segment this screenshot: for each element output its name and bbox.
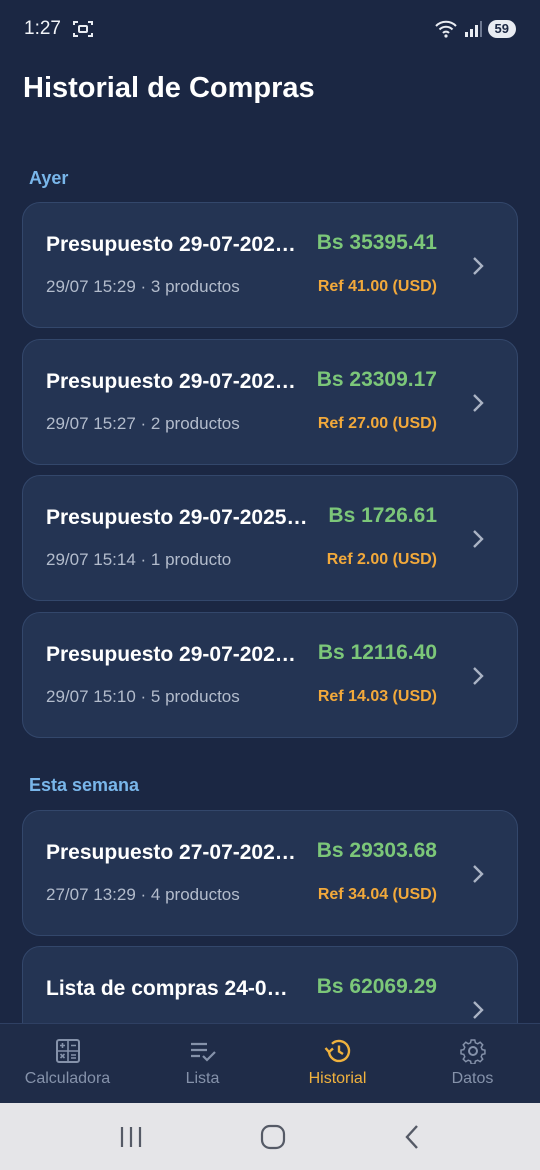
card-title: Presupuesto 29-07-2025 15:29 bbox=[46, 233, 296, 256]
history-card[interactable]: Presupuesto 29-07-2025 15:10 Bs 12116.40… bbox=[22, 612, 518, 738]
nav-label: Historial bbox=[308, 1070, 367, 1087]
chevron-right-icon bbox=[473, 1001, 484, 1019]
history-card[interactable]: Presupuesto 29-07-2025 15:29 Bs 35395.41… bbox=[22, 202, 518, 328]
history-card[interactable]: Presupuesto 27-07-2025 13:29 Bs 29303.68… bbox=[22, 810, 518, 936]
card-ref: Ref 34.04 (USD) bbox=[317, 886, 437, 903]
nav-label: Lista bbox=[185, 1070, 220, 1087]
history-card[interactable]: Lista de compras 24-07-2025 Bs 62069.29 bbox=[22, 946, 518, 1023]
chevron-right-icon bbox=[473, 394, 484, 412]
card-meta: 29/07 15:10 · 5 productos bbox=[46, 687, 240, 706]
card-ref: Ref 2.00 (USD) bbox=[326, 551, 437, 568]
chevron-right-icon bbox=[473, 667, 484, 685]
card-ref: Ref 41.00 (USD) bbox=[317, 278, 437, 295]
system-nav-bar bbox=[0, 1103, 540, 1170]
gear-icon bbox=[459, 1039, 486, 1064]
card-amount: Bs 62069.29 bbox=[316, 975, 437, 998]
card-title: Presupuesto 29-07-2025 15:14 bbox=[46, 506, 311, 529]
card-ref: Ref 27.00 (USD) bbox=[317, 415, 437, 432]
bottom-nav: Calculadora Lista Historial Datos bbox=[0, 1023, 540, 1103]
calculator-icon bbox=[55, 1039, 80, 1063]
card-amount: Bs 23309.17 bbox=[316, 368, 437, 391]
card-meta: 27/07 13:29 · 4 productos bbox=[46, 885, 240, 904]
screenshot-icon bbox=[72, 21, 93, 37]
card-title: Lista de compras 24-07-2025 bbox=[46, 977, 296, 1000]
history-card[interactable]: Presupuesto 29-07-2025 15:27 Bs 23309.17… bbox=[22, 339, 518, 465]
card-amount: Bs 35395.41 bbox=[316, 231, 437, 254]
section-label-ayer: Ayer bbox=[29, 168, 69, 188]
card-ref: Ref 14.03 (USD) bbox=[317, 688, 437, 705]
card-meta: 29/07 15:29 · 3 productos bbox=[46, 277, 240, 296]
card-title: Presupuesto 29-07-2025 15:27 bbox=[46, 370, 296, 393]
status-time: 1:27 bbox=[24, 18, 61, 39]
nav-item-historial[interactable]: Historial bbox=[270, 1024, 405, 1103]
history-card[interactable]: Presupuesto 29-07-2025 15:14 Bs 1726.61 … bbox=[22, 475, 518, 601]
nav-label: Datos bbox=[451, 1070, 494, 1087]
nav-label: Calculadora bbox=[24, 1070, 111, 1087]
nav-item-datos[interactable]: Datos bbox=[405, 1024, 540, 1103]
recent-apps-icon[interactable] bbox=[118, 1125, 144, 1149]
card-amount: Bs 1726.61 bbox=[328, 504, 437, 527]
chevron-right-icon bbox=[473, 865, 484, 883]
card-meta: 29/07 15:14 · 1 producto bbox=[46, 550, 232, 569]
chevron-right-icon bbox=[473, 530, 484, 548]
page-title: Historial de Compras bbox=[23, 72, 315, 104]
wifi-icon bbox=[434, 20, 457, 38]
chevron-right-icon bbox=[473, 257, 484, 275]
card-amount: Bs 12116.40 bbox=[317, 641, 437, 664]
nav-item-calculadora[interactable]: Calculadora bbox=[0, 1024, 135, 1103]
home-icon[interactable] bbox=[260, 1124, 286, 1150]
signal-icon bbox=[464, 21, 482, 37]
history-icon bbox=[324, 1039, 350, 1063]
card-amount: Bs 29303.68 bbox=[316, 839, 437, 862]
history-list[interactable]: Ayer Presupuesto 29-07-2025 15:29 Bs 353… bbox=[0, 140, 540, 1023]
card-meta: 29/07 15:27 · 2 productos bbox=[46, 414, 240, 433]
nav-item-lista[interactable]: Lista bbox=[135, 1024, 270, 1103]
card-title: Presupuesto 29-07-2025 15:10 bbox=[46, 643, 296, 666]
section-label-esta-semana: Esta semana bbox=[29, 775, 140, 795]
checklist-icon bbox=[190, 1042, 216, 1062]
back-icon[interactable] bbox=[402, 1124, 422, 1150]
status-bar: 1:27 59 bbox=[0, 0, 540, 58]
battery-indicator: 59 bbox=[487, 20, 516, 38]
card-title: Presupuesto 27-07-2025 13:29 bbox=[46, 841, 296, 864]
